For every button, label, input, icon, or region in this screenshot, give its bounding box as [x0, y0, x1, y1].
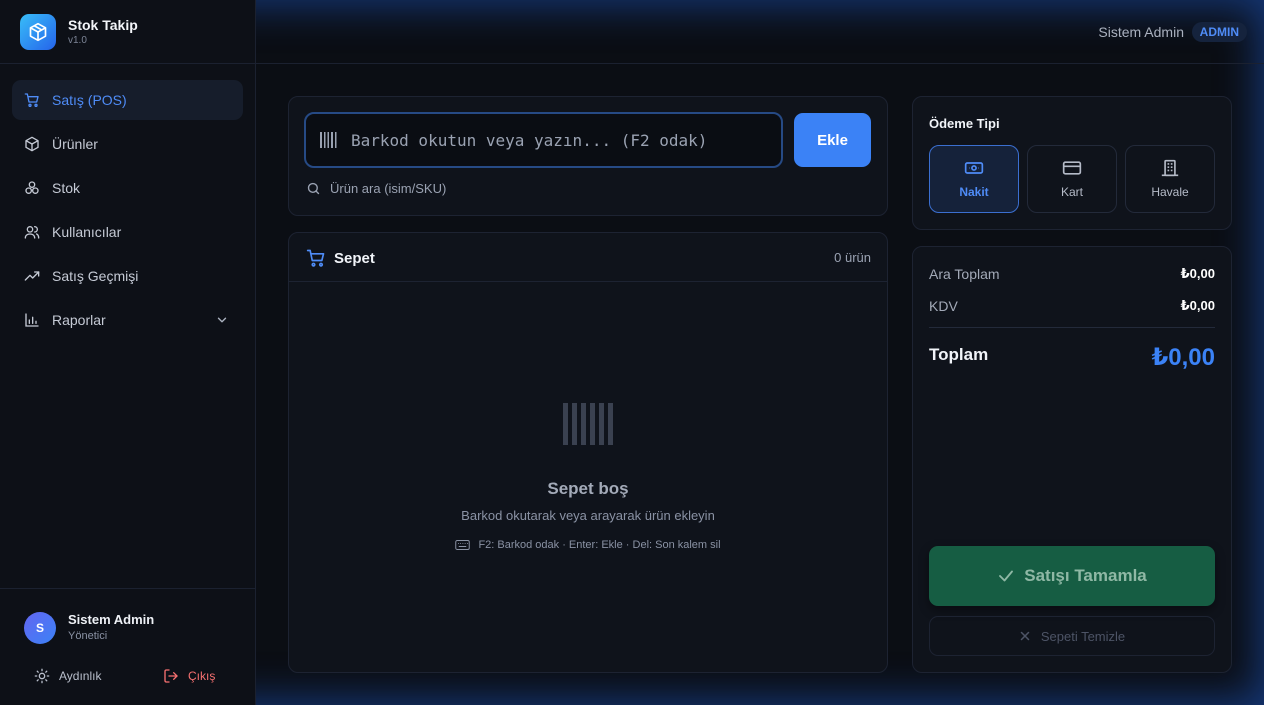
sidebar-item-label: Ürünler: [52, 136, 98, 152]
payment-option-card[interactable]: Kart: [1027, 145, 1117, 213]
cart-title: Sepet: [334, 249, 375, 267]
cart-header: Sepet 0 ürün: [289, 233, 887, 282]
boxes-icon: [25, 181, 39, 194]
sidebar-item-label: Satış Geçmişi: [52, 268, 139, 284]
app-version: v1.0: [68, 35, 87, 46]
shortcut-hints: F2: Barkod odak · Enter: Ekle · Del: Son…: [289, 539, 887, 551]
shortcut-text: F2: Barkod odak · Enter: Ekle · Del: Son…: [478, 539, 721, 551]
barcode-input[interactable]: [351, 130, 771, 150]
divider: [929, 327, 1215, 328]
empty-title: Sepet boş: [547, 479, 629, 498]
sidebar: Stok Takip v1.0 Satış (POS) Ürünler Stok…: [0, 0, 256, 705]
sidebar-item-label: Stok: [52, 180, 81, 196]
payment-option-cash[interactable]: Nakit: [929, 145, 1019, 213]
chevron-down-icon: [217, 317, 227, 323]
total-label: Toplam: [929, 345, 989, 364]
sidebar-item-label: Kullanıcılar: [52, 224, 122, 240]
add-button[interactable]: Ekle: [794, 113, 871, 167]
sidebar-item-label: Satış (POS): [52, 92, 127, 108]
bank-icon: [1161, 159, 1179, 177]
cart-icon: [306, 249, 325, 267]
cart-count: 0 ürün: [834, 250, 871, 265]
logout-button[interactable]: Çıkış: [163, 668, 215, 684]
clear-cart-button[interactable]: Sepeti Temizle: [929, 616, 1215, 656]
user-profile: S Sistem Admin Yönetici: [24, 611, 154, 644]
tax-value: ₺0,00: [1180, 298, 1215, 313]
logout-label: Çıkış: [188, 669, 216, 683]
cart-icon: [24, 93, 39, 107]
sidebar-item-products[interactable]: Ürünler: [12, 124, 243, 164]
users-icon: [24, 226, 40, 239]
card-icon: [1062, 161, 1082, 175]
empty-subtitle: Barkod okutarak veya arayarak ürün ekley…: [461, 508, 715, 523]
clear-cart-label: Sepeti Temizle: [1040, 628, 1126, 644]
scan-card: Ekle Ürün ara (isim/SKU): [288, 96, 888, 216]
divider: [0, 63, 256, 64]
topbar-user-name: Sistem Admin: [1098, 24, 1184, 40]
search-icon: [307, 182, 320, 195]
summary-card: Ara Toplam ₺0,00 KDV ₺0,00 Toplam ₺0,00 …: [912, 246, 1232, 673]
product-search-button[interactable]: Ürün ara (isim/SKU): [306, 181, 446, 196]
sun-icon: [34, 668, 50, 684]
payment-card: Ödeme Tipi Nakit Kart Havale: [912, 96, 1232, 230]
sidebar-item-sales-history[interactable]: Satış Geçmişi: [12, 256, 243, 296]
subtotal-value: ₺0,00: [1180, 266, 1215, 281]
box-icon: [25, 136, 39, 152]
tax-row: KDV ₺0,00: [929, 298, 1215, 314]
sidebar-item-label: Raporlar: [52, 312, 106, 328]
user-role: Yönetici: [68, 630, 108, 642]
barcode-icon: [320, 132, 337, 148]
sidebar-item-reports[interactable]: Raporlar: [12, 300, 243, 340]
payment-option-label: Havale: [1151, 185, 1189, 199]
payment-option-label: Nakit: [959, 185, 989, 199]
empty-cart-state: Sepet boş Barkod okutarak veya arayarak …: [289, 403, 887, 551]
bar-chart-icon: [25, 313, 39, 327]
theme-label: Aydınlık: [59, 669, 102, 683]
tax-label: KDV: [929, 298, 958, 314]
sidebar-item-stock[interactable]: Stok: [12, 168, 243, 208]
subtotal-label: Ara Toplam: [929, 266, 1000, 282]
barcode-icon: [289, 403, 887, 445]
search-label: Ürün ara (isim/SKU): [330, 181, 447, 196]
payment-title: Ödeme Tipi: [929, 116, 1000, 131]
subtotal-row: Ara Toplam ₺0,00: [929, 266, 1215, 282]
payment-option-label: Kart: [1060, 185, 1083, 199]
complete-sale-button[interactable]: Satışı Tamamla: [929, 546, 1215, 606]
check-icon: [999, 570, 1014, 582]
role-badge: ADMIN: [1191, 22, 1247, 42]
trend-icon: [24, 271, 40, 281]
keyboard-icon: [455, 540, 471, 550]
close-icon: [1020, 631, 1030, 641]
cash-icon: [964, 162, 984, 174]
brand: Stok Takip v1.0: [20, 14, 138, 50]
sidebar-nav: Satış (POS) Ürünler Stok Kullanıcılar Sa…: [12, 80, 243, 344]
topbar: Sistem Admin ADMIN: [256, 0, 1264, 64]
sidebar-item-users[interactable]: Kullanıcılar: [12, 212, 243, 252]
app-title: Stok Takip: [68, 17, 138, 33]
avatar: S: [24, 611, 56, 644]
payment-option-transfer[interactable]: Havale: [1125, 145, 1215, 213]
cart-card: Sepet 0 ürün Sepet boş Barkod okutarak v…: [288, 232, 888, 673]
total-value: ₺0,00: [1151, 344, 1215, 371]
complete-sale-label: Satışı Tamamla: [1024, 566, 1147, 585]
theme-toggle-button[interactable]: Aydınlık: [34, 668, 101, 684]
box-logo-icon: [20, 14, 56, 50]
logout-icon: [164, 669, 178, 683]
barcode-field[interactable]: [304, 112, 783, 168]
app-window: Stok Takip v1.0 Satış (POS) Ürünler Stok…: [0, 0, 1264, 705]
divider: [0, 588, 256, 589]
sidebar-item-pos[interactable]: Satış (POS): [12, 80, 243, 120]
user-name: Sistem Admin: [68, 612, 155, 627]
